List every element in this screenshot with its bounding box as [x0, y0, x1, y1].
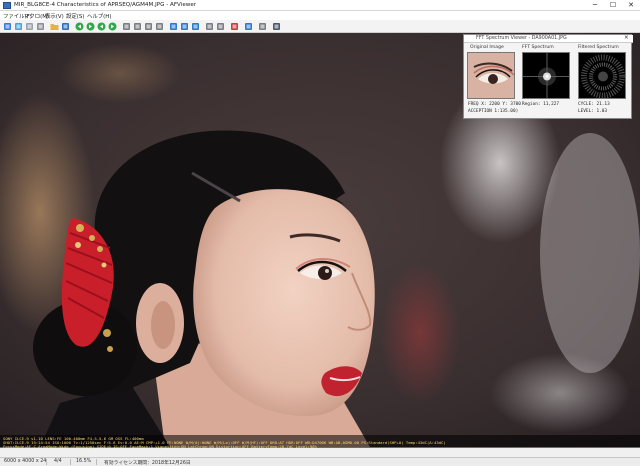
spectrum-viewer-title: FFT Spectrum Viewer - DA900A01.JPG [476, 36, 567, 41]
last-button[interactable] [108, 22, 117, 31]
folder-icon [50, 24, 59, 30]
first-icon [97, 22, 106, 31]
help-button[interactable] [272, 22, 281, 31]
status-index: 4/4 [54, 459, 62, 464]
menu-bar: ファイル(F) マクロ(M) 表示(V) 設定(S) ヘルプ(H) [0, 11, 640, 20]
close-button[interactable]: ✕ [622, 0, 640, 11]
image-button[interactable] [3, 22, 12, 31]
title-bar: MIR_BLG8CE-4 Characteristics of APRSEQ/A… [0, 0, 640, 11]
print-button[interactable] [216, 22, 225, 31]
rotate-right-button[interactable] [180, 22, 189, 31]
monitor-icon [15, 23, 22, 30]
crop-icon [206, 23, 213, 30]
app-icon [3, 2, 11, 9]
forward-icon [86, 22, 95, 31]
settings-icon [259, 23, 266, 30]
spectrum-cycle-info: CYCLE: 21.13 [578, 102, 610, 107]
copy-button[interactable] [25, 22, 34, 31]
spectrum-acception-info: ACCEPTION 1:135.00) [468, 109, 519, 114]
folder-button[interactable] [50, 22, 59, 31]
zoom-actual-icon [156, 23, 163, 30]
spectrum-freq-info: FREQ X: 2200 Y: 3700 [468, 102, 521, 107]
maximize-button[interactable]: ☐ [604, 0, 622, 11]
help-icon [273, 23, 280, 30]
copy-icon [26, 23, 33, 30]
fit-button[interactable] [122, 22, 131, 31]
monitor-button[interactable] [14, 22, 23, 31]
filtered-spectrum-image [578, 52, 626, 99]
window-title: MIR_BLG8CE-4 Characteristics of APRSEQ/A… [14, 2, 197, 8]
first-button[interactable] [97, 22, 106, 31]
zoom-in-button[interactable] [133, 22, 142, 31]
exif-line-focus: FocusMode:AF-C AreaMode:Wide (Focusing) … [3, 443, 317, 449]
spectrum-close-button[interactable]: ✕ [624, 35, 629, 41]
status-dimensions: 6000 x 4000 x 24 [4, 459, 47, 464]
forward-button[interactable] [86, 22, 95, 31]
exif-info-overlay: SONY ILCE-9 v1.10 LENS:FE 100-400mm F4.5… [0, 435, 640, 449]
menu-settings[interactable]: 設定(S) [66, 12, 84, 20]
zoom-actual-button[interactable] [155, 22, 164, 31]
save-icon [62, 23, 69, 30]
original-image-thumbnail [467, 52, 515, 99]
spectrum-icon [245, 23, 252, 30]
zoom-in-icon [134, 23, 141, 30]
minimize-button[interactable]: ─ [586, 0, 604, 11]
spectrum-button[interactable] [244, 22, 253, 31]
crop-button[interactable] [205, 22, 214, 31]
fft-spectrum-image [522, 52, 570, 99]
filtered-spectrum-label: Filtered Spectrum [578, 45, 619, 50]
spectrum-region-info: Region: 11,227 [522, 102, 560, 107]
info-icon [231, 23, 238, 30]
save-button[interactable] [61, 22, 70, 31]
back-button[interactable] [75, 22, 84, 31]
original-image-label: Original Image [470, 45, 504, 50]
info-button[interactable] [230, 22, 239, 31]
fit-icon [123, 23, 130, 30]
flip-button[interactable] [191, 22, 200, 31]
spectrum-viewer-panel[interactable]: FFT Spectrum Viewer - DA900A01.JPG ✕ Ori… [463, 34, 633, 119]
image-icon [4, 23, 11, 30]
grid-button[interactable] [36, 22, 45, 31]
status-zoom: 16.5% [76, 459, 92, 464]
grid-icon [37, 23, 44, 30]
last-icon [108, 22, 117, 31]
toolbar [0, 20, 640, 33]
zoom-out-button[interactable] [144, 22, 153, 31]
spectrum-level-info: LEVEL: 1.03 [578, 109, 608, 114]
rotate-left-icon [170, 23, 177, 30]
print-icon [217, 23, 224, 30]
menu-view[interactable]: 表示(V) [45, 12, 64, 20]
back-icon [75, 22, 84, 31]
fft-spectrum-label: FFT Spectrum [522, 45, 554, 50]
status-bar: 6000 x 4000 x 24 4/4 16.5% 有効ライセンス期間：201… [0, 457, 640, 466]
zoom-out-icon [145, 23, 152, 30]
settings-button[interactable] [258, 22, 267, 31]
rotate-right-icon [181, 23, 188, 30]
status-license: 有効ライセンス期間：2018年12月26日 [104, 461, 191, 466]
spectrum-viewer-titlebar[interactable]: FFT Spectrum Viewer - DA900A01.JPG ✕ [464, 35, 633, 43]
flip-icon [192, 23, 199, 30]
menu-help[interactable]: ヘルプ(H) [87, 12, 111, 20]
rotate-left-button[interactable] [169, 22, 178, 31]
